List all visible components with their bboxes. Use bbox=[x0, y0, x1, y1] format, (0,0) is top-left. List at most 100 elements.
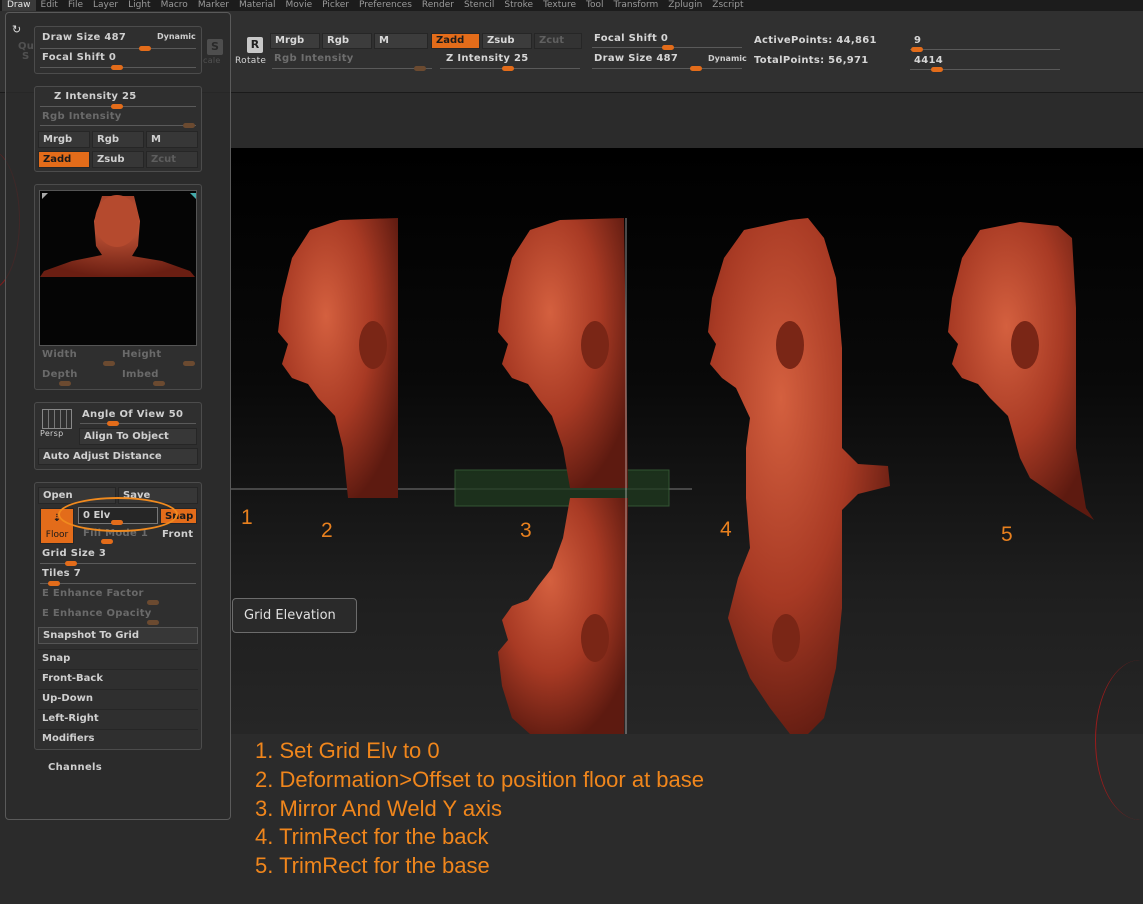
step-number-4: 4 bbox=[720, 518, 732, 541]
intensity-panel: Z Intensity 25 Rgb Intensity Mrgb Rgb M … bbox=[34, 86, 202, 172]
focal-shift-slider-panel[interactable]: Focal Shift 0 bbox=[42, 52, 116, 63]
menu-stroke[interactable]: Stroke bbox=[499, 0, 538, 11]
zcut-button-panel[interactable]: Zcut bbox=[146, 151, 198, 168]
z-intensity-knob[interactable] bbox=[502, 66, 514, 71]
depth-knob[interactable] bbox=[59, 381, 71, 386]
e-enhance-factor-knob[interactable] bbox=[147, 600, 159, 605]
persp-label[interactable]: Persp bbox=[40, 429, 64, 438]
m-button[interactable]: M bbox=[374, 33, 428, 49]
instruction-4: 4. TrimRect for the back bbox=[255, 824, 489, 849]
instruction-5: 5. TrimRect for the base bbox=[255, 853, 490, 878]
width-slider[interactable]: Width bbox=[42, 349, 77, 360]
mrgb-button-panel[interactable]: Mrgb bbox=[38, 131, 90, 148]
snapshot-to-grid-button[interactable]: Snapshot To Grid bbox=[38, 627, 198, 644]
rgb-intensity-slider-panel[interactable]: Rgb Intensity bbox=[42, 111, 122, 122]
menu-zplugin[interactable]: Zplugin bbox=[663, 0, 707, 11]
left-right-subpalette[interactable]: Left-Right bbox=[38, 709, 198, 728]
z-intensity-slider[interactable]: Z Intensity 25 bbox=[446, 53, 529, 64]
modifiers-subpalette[interactable]: Modifiers bbox=[38, 729, 198, 748]
menu-zscript[interactable]: Zscript bbox=[707, 0, 748, 11]
model-thumbnail[interactable] bbox=[39, 190, 197, 346]
depth-slider[interactable]: Depth bbox=[42, 369, 78, 380]
menu-tool[interactable]: Tool bbox=[581, 0, 608, 11]
camera-panel: Persp Angle Of View 50 Align To Object A… bbox=[34, 402, 202, 470]
menu-picker[interactable]: Picker bbox=[317, 0, 354, 11]
z-intensity-knob-panel[interactable] bbox=[111, 104, 123, 109]
value-a-knob[interactable] bbox=[911, 47, 923, 52]
focal-shift-knob[interactable] bbox=[662, 45, 674, 50]
step-number-5: 5 bbox=[1001, 523, 1013, 546]
draw-size-knob[interactable] bbox=[690, 66, 702, 71]
menu-material[interactable]: Material bbox=[234, 0, 281, 11]
up-down-subpalette[interactable]: Up-Down bbox=[38, 689, 198, 708]
value-b-knob[interactable] bbox=[931, 67, 943, 72]
align-to-object-button[interactable]: Align To Object bbox=[79, 428, 197, 445]
value-a-slider[interactable]: 9 bbox=[914, 35, 921, 46]
height-knob[interactable] bbox=[183, 361, 195, 366]
active-points: ActivePoints: 44,861 bbox=[754, 35, 877, 46]
dynamic-toggle[interactable]: Dynamic bbox=[708, 54, 747, 63]
menu-stencil[interactable]: Stencil bbox=[459, 0, 499, 11]
canvas-viewport[interactable] bbox=[230, 148, 1143, 734]
grid-elevation-tooltip: Grid Elevation bbox=[232, 598, 357, 633]
height-slider[interactable]: Height bbox=[122, 349, 161, 360]
value-b-slider[interactable]: 4414 bbox=[914, 55, 943, 66]
draw-size-slider-panel[interactable]: Draw Size 487 bbox=[42, 32, 126, 43]
fill-mode-knob[interactable] bbox=[101, 539, 113, 544]
focal-shift-knob-panel[interactable] bbox=[111, 65, 123, 70]
e-enhance-opacity-knob[interactable] bbox=[147, 620, 159, 625]
head-model-5 bbox=[948, 222, 1094, 520]
menu-movie[interactable]: Movie bbox=[281, 0, 318, 11]
menu-macro[interactable]: Macro bbox=[156, 0, 193, 11]
menu-draw[interactable]: Draw bbox=[2, 0, 36, 11]
front-back-subpalette[interactable]: Front-Back bbox=[38, 669, 198, 688]
angle-of-view-knob[interactable] bbox=[107, 421, 119, 426]
rotate-icon[interactable]: R bbox=[247, 37, 263, 53]
bust-thumbnail bbox=[40, 193, 196, 277]
rgb-button-panel[interactable]: Rgb bbox=[92, 131, 144, 148]
dynamic-toggle-panel[interactable]: Dynamic bbox=[157, 32, 196, 41]
rgb-intensity-knob[interactable] bbox=[414, 66, 426, 71]
menu-texture[interactable]: Texture bbox=[538, 0, 581, 11]
refresh-icon[interactable]: ↻ bbox=[12, 23, 21, 36]
channels-label[interactable]: Channels bbox=[48, 762, 102, 773]
zadd-button-panel[interactable]: Zadd bbox=[38, 151, 90, 168]
menu-layer[interactable]: Layer bbox=[88, 0, 123, 11]
draw-size-slider[interactable]: Draw Size 487 bbox=[594, 53, 678, 64]
menu-file[interactable]: File bbox=[63, 0, 88, 11]
tiles-knob[interactable] bbox=[48, 581, 60, 586]
imbed-knob[interactable] bbox=[153, 381, 165, 386]
perspective-grid-icon[interactable] bbox=[42, 409, 72, 429]
imbed-slider[interactable]: Imbed bbox=[122, 369, 159, 380]
e-enhance-factor-slider[interactable]: E Enhance Factor bbox=[42, 588, 144, 599]
e-enhance-opacity-slider[interactable]: E Enhance Opacity bbox=[42, 608, 152, 619]
m-button-panel[interactable]: M bbox=[146, 131, 198, 148]
rgb-intensity-slider[interactable]: Rgb Intensity bbox=[274, 53, 354, 64]
menu-light[interactable]: Light bbox=[123, 0, 155, 11]
grid-size-knob[interactable] bbox=[65, 561, 77, 566]
focal-shift-slider[interactable]: Focal Shift 0 bbox=[594, 33, 668, 44]
auto-adjust-distance-button[interactable]: Auto Adjust Distance bbox=[38, 448, 198, 465]
width-knob[interactable] bbox=[103, 361, 115, 366]
grid-size-slider[interactable]: Grid Size 3 bbox=[42, 548, 106, 559]
rgb-intensity-knob-panel[interactable] bbox=[183, 123, 195, 128]
mrgb-button[interactable]: Mrgb bbox=[270, 33, 320, 49]
menu-edit[interactable]: Edit bbox=[36, 0, 63, 11]
menu-marker[interactable]: Marker bbox=[193, 0, 234, 11]
snap-subpalette[interactable]: Snap bbox=[38, 649, 198, 668]
menu-transform[interactable]: Transform bbox=[609, 0, 664, 11]
angle-of-view-slider[interactable]: Angle Of View 50 bbox=[82, 409, 183, 420]
z-intensity-slider-panel[interactable]: Z Intensity 25 bbox=[54, 91, 137, 102]
zadd-button[interactable]: Zadd bbox=[431, 33, 480, 49]
front-button[interactable]: Front bbox=[162, 529, 193, 540]
tiles-slider[interactable]: Tiles 7 bbox=[42, 568, 81, 579]
zsub-button[interactable]: Zsub bbox=[482, 33, 532, 49]
menu-render[interactable]: Render bbox=[417, 0, 459, 11]
rgb-button[interactable]: Rgb bbox=[322, 33, 372, 49]
grid-floor bbox=[454, 469, 670, 507]
zcut-button[interactable]: Zcut bbox=[534, 33, 582, 49]
instruction-1: 1. Set Grid Elv to 0 bbox=[255, 738, 440, 763]
menu-preferences[interactable]: Preferences bbox=[354, 0, 417, 11]
draw-size-knob-panel[interactable] bbox=[139, 46, 151, 51]
zsub-button-panel[interactable]: Zsub bbox=[92, 151, 144, 168]
